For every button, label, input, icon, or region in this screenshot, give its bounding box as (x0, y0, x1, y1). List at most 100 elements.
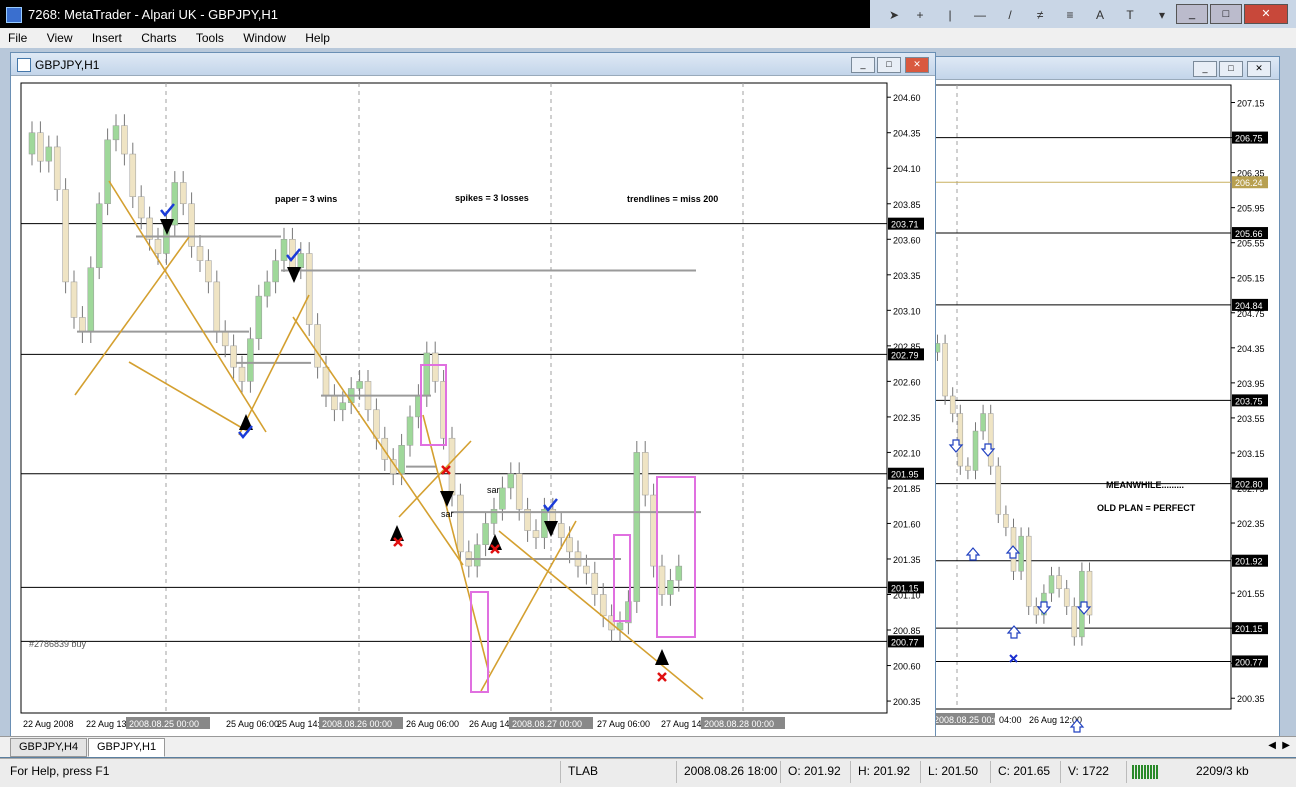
candle-body (965, 465, 971, 471)
chart-close-button[interactable]: ✕ (1247, 61, 1271, 77)
price-tick-label: 203.15 (1237, 449, 1265, 459)
price-tick-label: 203.55 (1237, 414, 1265, 424)
date-tag-label: 2008.08.25 00:00 (129, 719, 199, 729)
candle-body (942, 343, 948, 397)
price-tick-label: 207.15 (1237, 99, 1265, 109)
text-label-icon[interactable]: T (1120, 8, 1140, 26)
menu-view[interactable]: View (39, 28, 81, 45)
price-tick-label: 201.55 (1237, 589, 1265, 599)
price-tick-label: 200.35 (893, 697, 921, 707)
chart-minimize-button[interactable]: _ (851, 57, 875, 73)
app-title-bar: 7268: MetaTrader - Alpari UK - GBPJPY,H1 (0, 0, 870, 28)
level-tag-label: 202.80 (1235, 480, 1263, 490)
candle-body (473, 544, 481, 567)
cursor-icon[interactable]: ➤ (884, 8, 904, 26)
candle-body (137, 196, 145, 219)
annotation-paper: paper = 3 wins (275, 194, 337, 204)
status-profile: TLAB (568, 764, 599, 778)
candle-body (650, 494, 657, 567)
status-high: H: 201.92 (858, 764, 911, 778)
candle-body (28, 132, 36, 155)
menu-help[interactable]: Help (297, 28, 338, 45)
candle-body (373, 409, 380, 439)
menu-insert[interactable]: Insert (84, 28, 130, 45)
tab-gbpjpy-h4[interactable]: GBPJPY,H4 (10, 738, 88, 757)
chart-window-h1: GBPJPY,H1 _ □ ✕ 204.60 204.35 204.10 203.85… (10, 52, 936, 738)
candle-body (112, 125, 120, 141)
candle-body (331, 395, 338, 411)
candle-body (272, 260, 279, 283)
price-tick-label: 201.60 (893, 519, 921, 529)
level-tag-label: 201.15 (891, 583, 919, 593)
price-tick-label: 202.60 (893, 377, 921, 387)
candle-body (196, 246, 204, 261)
note-old-plan: OLD PLAN = PERFECT (1097, 503, 1196, 513)
level-tag-label: 201.15 (1235, 624, 1263, 634)
time-label: 26 Aug 06:00 (406, 719, 459, 729)
candle-body (205, 260, 212, 283)
connection-status-icon (1132, 765, 1158, 779)
metatrader-app-icon (6, 7, 22, 23)
price-tick-label: 202.10 (893, 448, 921, 458)
candle-body (949, 395, 956, 414)
candle-body (1025, 535, 1032, 607)
equidistant-channel-icon[interactable]: ≠ (1030, 8, 1050, 26)
price-tick-label: 205.15 (1237, 274, 1265, 284)
crosshair-icon[interactable]: + (910, 8, 930, 26)
tab-scroll-right-icon[interactable]: ▶ (1282, 740, 1290, 751)
candle-body (1003, 514, 1009, 528)
candle-body (431, 352, 439, 382)
menu-charts[interactable]: Charts (133, 28, 184, 45)
candle-body (398, 445, 405, 474)
fibonacci-icon[interactable]: ≡ (1060, 8, 1080, 26)
tab-gbpjpy-h1[interactable]: GBPJPY,H1 (88, 738, 166, 757)
side-chart-canvas[interactable]: 207.15206.75206.35205.95205.55205.15204.… (931, 81, 1279, 735)
menu-file[interactable]: File (0, 28, 35, 45)
close-button[interactable]: ✕ (1244, 4, 1288, 24)
time-label: 04:00 (999, 715, 1022, 725)
date-tag-label: 2008.08.25 00:00 (934, 715, 1004, 725)
status-close: C: 201.65 (998, 764, 1051, 778)
level-tag-label: 200.77 (891, 637, 919, 647)
time-label: 22 Aug 2008 (23, 719, 74, 729)
chart-restore-button[interactable]: □ (1219, 61, 1243, 77)
trendline-icon[interactable]: / (1000, 8, 1020, 26)
horizontal-line-icon[interactable]: — (970, 8, 990, 26)
menu-bar: File View Insert Charts Tools Window Hel… (0, 28, 1296, 49)
time-label: 27 Aug 06:00 (597, 719, 650, 729)
price-tick-label: 202.35 (1237, 519, 1265, 529)
main-chart-canvas[interactable]: 204.60 204.35 204.10 203.85 203.60 203.35 203.… (11, 77, 935, 737)
level-tag-label: 206.24 (1235, 178, 1263, 188)
candle-body (566, 537, 573, 553)
text-icon[interactable]: A (1090, 8, 1110, 26)
candle-body (280, 239, 288, 261)
price-tick-label: 203.60 (893, 235, 921, 245)
maximize-button[interactable]: □ (1210, 4, 1242, 24)
price-tick-label: 202.35 (893, 413, 921, 423)
note-meanwhile: MEANWHILE......... (1106, 480, 1184, 490)
candle-body (79, 317, 86, 332)
candle-body (675, 565, 683, 581)
minimize-button[interactable]: _ (1176, 4, 1208, 24)
candle-body (297, 253, 305, 268)
level-tag-label: 200.77 (1235, 657, 1263, 667)
more-tools-icon[interactable]: ▾ (1152, 8, 1172, 26)
candle-body (221, 331, 229, 347)
candle-body (213, 281, 221, 332)
level-tag-label: 205.66 (1235, 229, 1263, 239)
candle-body (305, 253, 313, 325)
candle-body (247, 338, 254, 382)
chart-minimize-button[interactable]: _ (1193, 61, 1217, 77)
sar-label: sar (487, 485, 500, 495)
menu-tools[interactable]: Tools (188, 28, 232, 45)
chart-restore-button[interactable]: □ (877, 57, 901, 73)
chart-close-button[interactable]: ✕ (905, 57, 929, 73)
menu-window[interactable]: Window (235, 28, 294, 45)
status-open: O: 201.92 (788, 764, 841, 778)
chart-window-title: GBPJPY,H1 (35, 58, 100, 72)
tab-scroll-left-icon[interactable]: ◀ (1268, 740, 1276, 751)
date-tag-label: 2008.08.27 00:00 (512, 719, 582, 729)
level-tag-label: 206.75 (1235, 134, 1263, 144)
vertical-line-icon[interactable]: | (940, 8, 960, 26)
price-tick-label: 203.10 (893, 306, 921, 316)
